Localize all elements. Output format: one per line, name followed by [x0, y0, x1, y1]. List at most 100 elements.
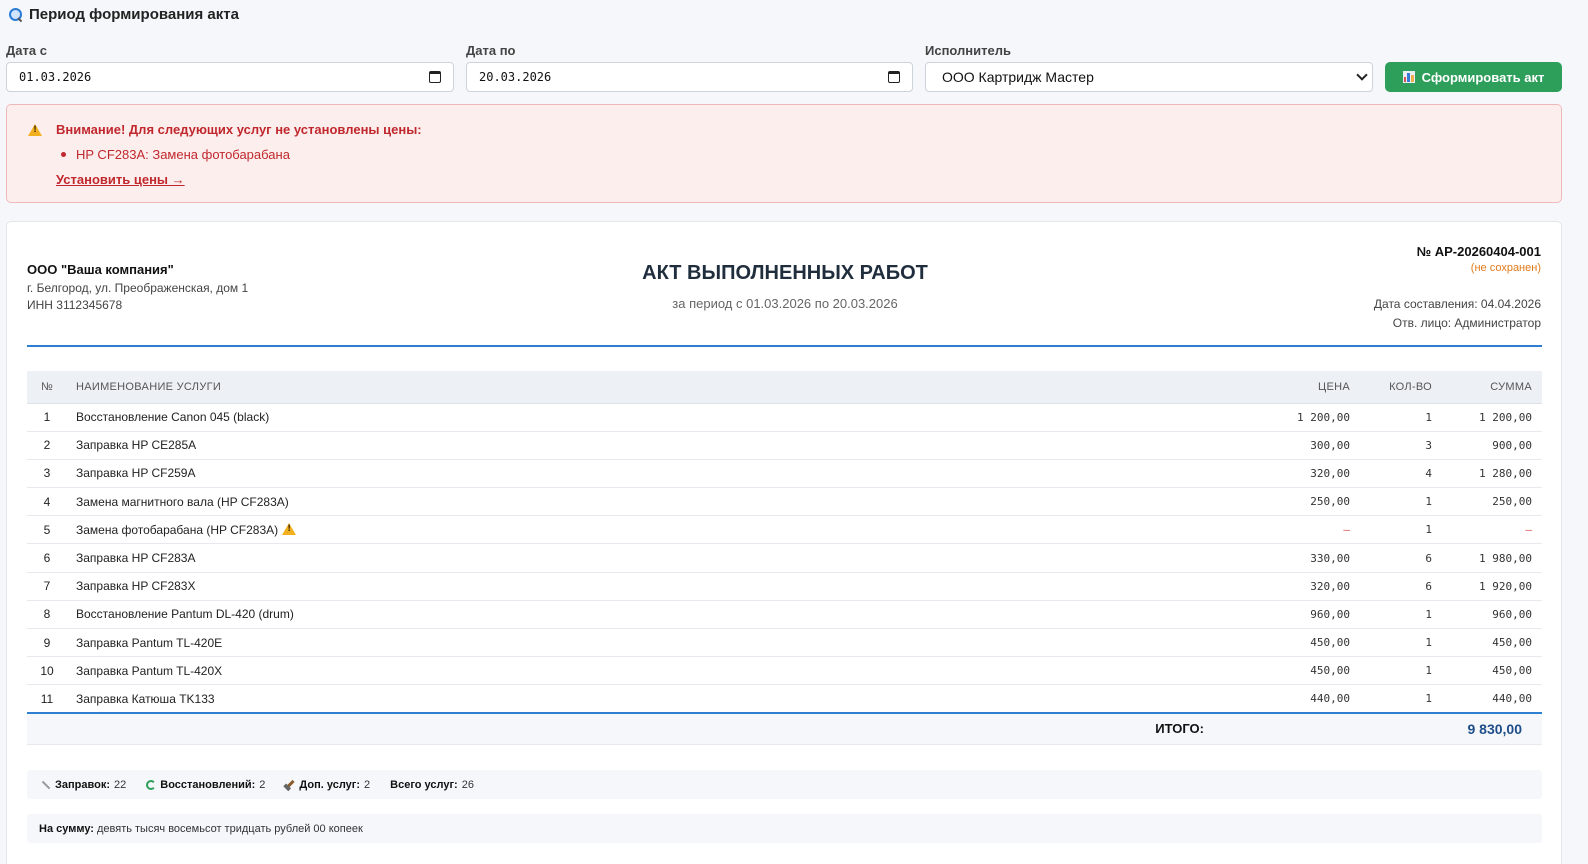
- row-qty: 1: [1354, 656, 1448, 686]
- row-sum: 450,00: [1448, 656, 1542, 686]
- table-row: 7 Заправка HP CF283X 320,00 6 1 920,00: [27, 572, 1542, 601]
- warning-icon: [28, 124, 42, 136]
- row-name-text: Замена фотобарабана (HP CF283A): [76, 522, 279, 537]
- row-num: 8: [27, 600, 67, 630]
- col-price-header: ЦЕНА: [1204, 371, 1354, 404]
- row-qty: 1: [1354, 600, 1448, 630]
- row-price: 300,00: [1204, 431, 1354, 460]
- row-sum: 250,00: [1448, 487, 1542, 517]
- row-sum: 450,00: [1448, 628, 1542, 658]
- chevron-down-icon: [1356, 69, 1368, 81]
- row-price: —: [1204, 515, 1354, 545]
- row-name: Заправка HP CF283A: [67, 543, 1204, 573]
- row-name: Заправка Pantum TL-420X: [67, 656, 1204, 686]
- stat-refills-label: Заправок:: [55, 778, 110, 791]
- row-sum: 1 980,00: [1448, 543, 1542, 573]
- brush-icon: [41, 780, 51, 789]
- magnifier-icon: [8, 7, 23, 22]
- stat-extra-label: Доп. услуг:: [299, 778, 361, 791]
- table-header-row: № НАИМЕНОВАНИЕ УСЛУГИ ЦЕНА КОЛ-ВО СУММА: [27, 371, 1542, 404]
- row-qty: 6: [1354, 543, 1448, 573]
- alert-title: Внимание! Для следующих услуг не установ…: [56, 122, 422, 137]
- table-row: 5 Замена фотобарабана (HP CF283A) —1—: [27, 515, 1542, 545]
- row-name-text: Восстановление Canon 045 (black): [76, 410, 270, 425]
- row-sum: 1 920,00: [1448, 572, 1542, 601]
- set-prices-link[interactable]: Установить цены →: [56, 172, 185, 187]
- row-name-text: Заправка Pantum TL-420E: [76, 635, 223, 650]
- table-row: 2 Заправка HP CE285A 300,00 3 900,00: [27, 431, 1542, 460]
- table-row: 1 Восстановление Canon 045 (black) 1 200,0…: [27, 403, 1542, 432]
- executor-label: Исполнитель: [925, 43, 1011, 58]
- row-name: Заправка HP CF283X: [67, 572, 1204, 601]
- row-price: 960,00: [1204, 600, 1354, 630]
- row-name: Восстановление Canon 045 (black): [67, 403, 1204, 432]
- date-from-label: Дата с: [6, 43, 47, 58]
- services-table: № НАИМЕНОВАНИЕ УСЛУГИ ЦЕНА КОЛ-ВО СУММА …: [27, 371, 1542, 745]
- act-date: Дата составления: 04.04.2026: [1373, 297, 1541, 311]
- row-name-text: Замена магнитного вала (HP CF283A): [76, 494, 289, 509]
- row-num: 11: [27, 684, 67, 715]
- stat-refills-value: 22: [114, 778, 127, 791]
- row-name: Заправка HP CF259A: [67, 459, 1204, 489]
- table-row: 6 Заправка HP CF283A 330,00 6 1 980,00: [27, 543, 1542, 573]
- row-name-text: Заправка HP CF259A: [76, 466, 196, 481]
- row-num: 6: [27, 543, 67, 573]
- act-responsible: Отв. лицо: Администратор: [1392, 316, 1541, 330]
- row-name-text: Заправка HP CF283A: [76, 551, 196, 566]
- row-name-text: Заправка Катюша TK133: [76, 691, 215, 706]
- act-number: № АР-20260404-001: [1416, 244, 1541, 259]
- row-qty: 1: [1354, 628, 1448, 658]
- act-unsaved-status: (не сохранен): [1470, 262, 1541, 274]
- generate-act-label: Сформировать акт: [1421, 69, 1545, 85]
- row-name: Заправка HP CE285A: [67, 431, 1204, 460]
- date-to-label: Дата по: [466, 43, 516, 58]
- period-title-text: Период формирования акта: [29, 6, 239, 23]
- stat-total: Всего услуг: 26: [390, 779, 474, 791]
- row-name: Восстановление Pantum DL-420 (drum): [67, 600, 1204, 630]
- stat-total-label: Всего услуг:: [390, 778, 458, 791]
- row-num: 4: [27, 487, 67, 517]
- executor-select[interactable]: ООО Картридж Мастер: [925, 62, 1373, 92]
- stat-total-value: 26: [461, 778, 474, 791]
- row-name-text: Восстановление Pantum DL-420 (drum): [76, 607, 294, 622]
- sum-words-value: девять тысяч восемьсот тридцать рублей 0…: [96, 822, 363, 835]
- sum-in-words: На сумму: девять тысяч восемьсот тридцат…: [27, 814, 1542, 843]
- row-qty: 1: [1354, 487, 1448, 517]
- table-row: 4 Замена магнитного вала (HP CF283A) 250,0…: [27, 487, 1542, 517]
- row-qty: 1: [1354, 684, 1448, 715]
- date-from-value: 01.03.2026: [19, 70, 92, 84]
- row-num: 9: [27, 628, 67, 658]
- col-qty-header: КОЛ-ВО: [1354, 371, 1448, 404]
- row-sum: 900,00: [1448, 431, 1542, 460]
- total-row: ИТОГО: 9 830,00: [27, 713, 1542, 745]
- row-num: 3: [27, 459, 67, 489]
- table-row: 9 Заправка Pantum TL-420E 450,00 1 450,00: [27, 628, 1542, 658]
- row-qty: 3: [1354, 431, 1448, 460]
- total-label: ИТОГО:: [67, 713, 1204, 745]
- stat-extra: Доп. услуг: 2: [285, 779, 370, 791]
- date-to-input[interactable]: 20.03.2026: [466, 62, 913, 92]
- total-value: 9 830,00: [1448, 713, 1542, 745]
- row-name-text: Заправка HP CF283X: [76, 579, 196, 594]
- calendar-icon[interactable]: [888, 71, 900, 83]
- row-num: 1: [27, 403, 67, 432]
- row-sum: —: [1448, 515, 1542, 545]
- table-row: 10 Заправка Pantum TL-420X 450,00 1 450,00: [27, 656, 1542, 686]
- row-price: 320,00: [1204, 572, 1354, 601]
- calendar-icon[interactable]: [429, 71, 441, 83]
- period-title: Период формирования акта: [8, 6, 239, 23]
- row-qty: 6: [1354, 572, 1448, 601]
- row-qty: 1: [1354, 403, 1448, 432]
- table-row: 11 Заправка Катюша TK133 440,00 1 440,00: [27, 684, 1542, 715]
- act-document: ООО "Ваша компания" г. Белгород, ул. Пре…: [6, 221, 1562, 864]
- generate-act-button[interactable]: Сформировать акт: [1385, 62, 1562, 92]
- hammer-icon: [285, 779, 296, 790]
- row-qty: 1: [1354, 515, 1448, 545]
- row-name: Замена магнитного вала (HP CF283A): [67, 487, 1204, 517]
- row-name-text: Заправка Pantum TL-420X: [76, 663, 223, 678]
- row-sum: 440,00: [1448, 684, 1542, 715]
- row-num: 7: [27, 572, 67, 601]
- date-from-input[interactable]: 01.03.2026: [6, 62, 454, 92]
- executor-value: ООО Картридж Мастер: [942, 69, 1094, 85]
- col-name-header: НАИМЕНОВАНИЕ УСЛУГИ: [67, 371, 1204, 404]
